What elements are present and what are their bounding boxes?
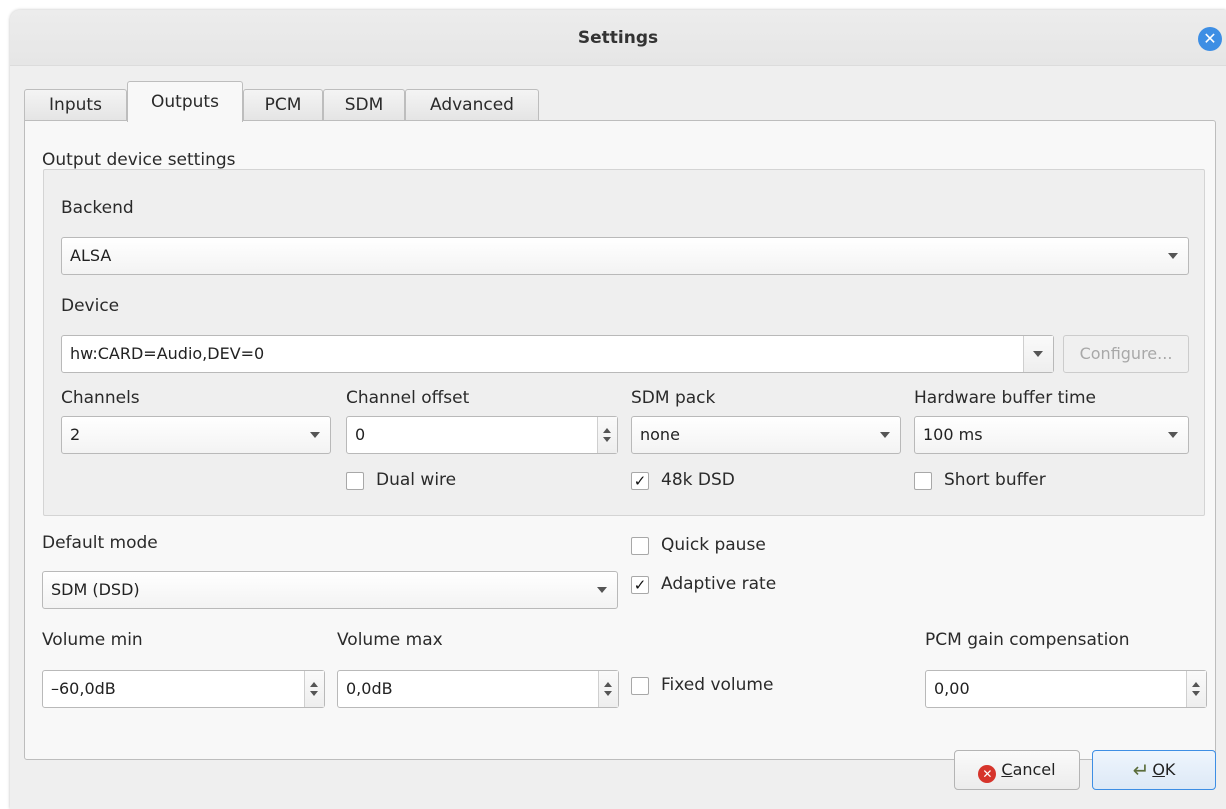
title-bar[interactable]: Settings ✕	[10, 10, 1226, 66]
spin-buttons[interactable]	[597, 417, 617, 453]
hardware-buffer-combo[interactable]: 100 ms	[914, 416, 1189, 454]
device-combo[interactable]: hw:CARD=Audio,DEV=0	[61, 335, 1054, 373]
output-device-settings-label: Output device settings	[42, 150, 236, 170]
spin-up-icon[interactable]	[603, 428, 611, 433]
spin-down-icon[interactable]	[603, 437, 611, 442]
spin-buttons[interactable]	[1186, 671, 1206, 707]
backend-combo[interactable]: ALSA	[61, 237, 1189, 275]
spin-down-icon[interactable]	[1192, 691, 1200, 696]
default-mode-value: SDM (DSD)	[51, 580, 140, 599]
spin-down-icon[interactable]	[604, 691, 612, 696]
configure-button[interactable]: Configure...	[1063, 335, 1189, 373]
backend-value: ALSA	[70, 246, 112, 265]
pcm-gain-value: 0,00	[934, 679, 970, 698]
sdm-pack-value: none	[640, 425, 680, 444]
dsd48k-label[interactable]: 48k DSD	[661, 470, 735, 490]
fixed-volume-checkbox[interactable]	[631, 677, 649, 695]
backend-label: Backend	[61, 198, 134, 218]
dual-wire-label[interactable]: Dual wire	[376, 470, 456, 490]
channel-offset-value: 0	[355, 425, 366, 444]
tab-outputs[interactable]: Outputs	[127, 81, 243, 122]
spin-up-icon[interactable]	[604, 682, 612, 687]
channel-offset-spinbox[interactable]: 0	[346, 416, 618, 454]
quick-pause-label[interactable]: Quick pause	[661, 535, 766, 555]
window-title: Settings	[577, 28, 659, 48]
dsd48k-checkbox[interactable]: ✓	[631, 472, 649, 490]
chevron-down-icon	[1168, 432, 1178, 438]
ok-label: K	[1164, 760, 1176, 779]
volume-max-spinbox[interactable]: 0,0dB	[337, 670, 619, 708]
ok-icon: ↵	[1132, 758, 1150, 782]
short-buffer-checkbox[interactable]	[914, 472, 932, 490]
adaptive-rate-checkbox[interactable]: ✓	[631, 576, 649, 594]
hardware-buffer-label: Hardware buffer time	[914, 388, 1097, 408]
spin-up-icon[interactable]	[1192, 682, 1200, 687]
channels-combo[interactable]: 2	[61, 416, 331, 454]
sdm-pack-combo[interactable]: none	[631, 416, 901, 454]
ok-button[interactable]: ↵ OK	[1092, 750, 1216, 790]
pcm-gain-spinbox[interactable]: 0,00	[925, 670, 1207, 708]
hardware-buffer-value: 100 ms	[923, 425, 983, 444]
device-value: hw:CARD=Audio,DEV=0	[70, 344, 265, 363]
cancel-mnemonic: C	[1001, 760, 1013, 779]
tab-advanced[interactable]: Advanced	[405, 89, 539, 121]
volume-min-spinbox[interactable]: –60,0dB	[42, 670, 325, 708]
chevron-down-icon	[1168, 253, 1178, 259]
default-mode-combo[interactable]: SDM (DSD)	[42, 571, 618, 609]
quick-pause-checkbox[interactable]	[631, 537, 649, 555]
spin-down-icon[interactable]	[310, 691, 318, 696]
device-dropdown-button[interactable]	[1023, 336, 1053, 372]
cancel-label: ancel	[1012, 760, 1056, 779]
outputs-panel: Output device settings Backend ALSA Devi…	[24, 120, 1216, 760]
spin-buttons[interactable]	[598, 671, 618, 707]
default-mode-label: Default mode	[42, 533, 158, 553]
spin-up-icon[interactable]	[310, 682, 318, 687]
ok-mnemonic: O	[1152, 760, 1165, 779]
settings-dialog: Settings ✕ Inputs Outputs PCM SDM Advanc…	[10, 10, 1226, 809]
chevron-down-icon	[1033, 351, 1043, 357]
cancel-icon: ✕	[978, 765, 997, 783]
chevron-down-icon	[597, 587, 607, 593]
volume-max-label: Volume max	[337, 630, 443, 650]
tab-sdm[interactable]: SDM	[323, 89, 405, 121]
close-icon[interactable]: ✕	[1198, 27, 1222, 51]
short-buffer-label[interactable]: Short buffer	[944, 470, 1046, 490]
volume-min-label: Volume min	[42, 630, 143, 650]
volume-max-value: 0,0dB	[346, 679, 393, 698]
fixed-volume-label[interactable]: Fixed volume	[661, 675, 773, 695]
channels-value: 2	[70, 425, 81, 444]
channel-offset-label: Channel offset	[346, 388, 470, 408]
chevron-down-icon	[310, 432, 320, 438]
device-label: Device	[61, 296, 120, 316]
pcm-gain-label: PCM gain compensation	[925, 630, 1130, 650]
chevron-down-icon	[880, 432, 890, 438]
output-device-group: Backend ALSA Device hw:CARD=Audio,DEV=0 …	[43, 169, 1205, 516]
adaptive-rate-label[interactable]: Adaptive rate	[661, 574, 776, 594]
spin-buttons[interactable]	[304, 671, 324, 707]
sdm-pack-label: SDM pack	[631, 388, 716, 408]
volume-min-value: –60,0dB	[51, 679, 116, 698]
channels-label: Channels	[61, 388, 140, 408]
cancel-button[interactable]: ✕ Cancel	[954, 750, 1080, 790]
tab-inputs[interactable]: Inputs	[24, 89, 127, 121]
dual-wire-checkbox[interactable]	[346, 472, 364, 490]
tab-pcm[interactable]: PCM	[243, 89, 323, 121]
